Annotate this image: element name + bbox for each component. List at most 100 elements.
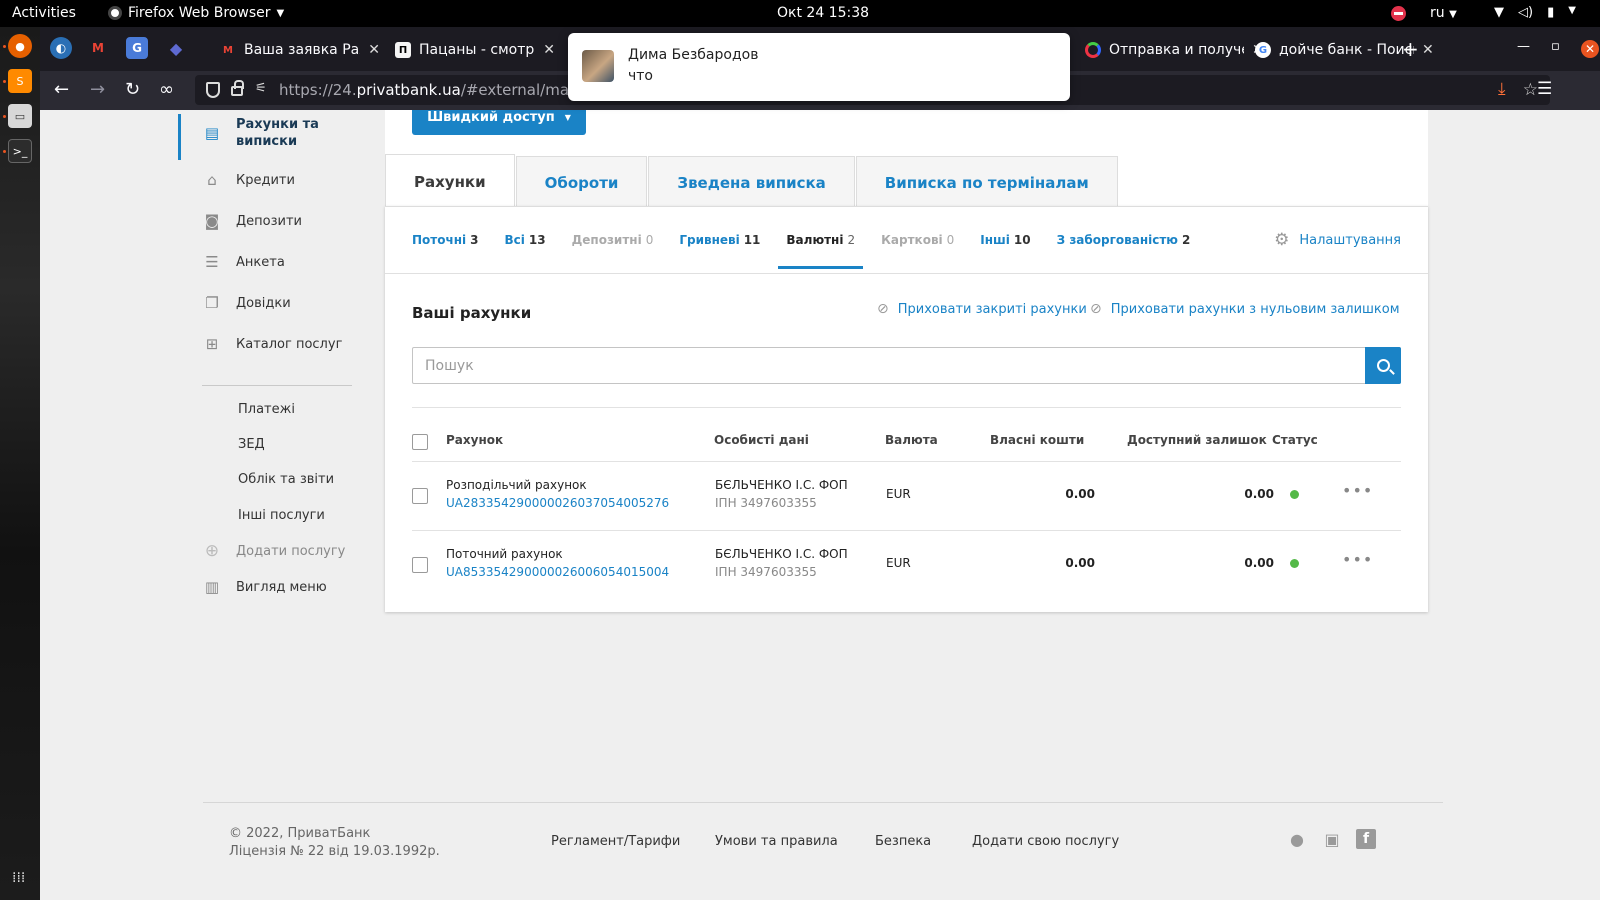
tracking-protection-icon[interactable] xyxy=(206,82,220,98)
tab-summary-statement[interactable]: Зведена виписка xyxy=(648,156,855,208)
filter-current[interactable]: Поточні 3 xyxy=(412,233,479,247)
sidebar-item-credits[interactable]: ⌂ Кредити xyxy=(202,170,295,190)
sidebar-item-form[interactable]: ☰ Анкета xyxy=(202,252,285,272)
more-actions-icon[interactable]: ••• xyxy=(1342,550,1373,569)
lock-icon[interactable] xyxy=(231,80,244,96)
new-tab-button[interactable]: + xyxy=(1402,37,1419,61)
tab-turnovers[interactable]: Обороти xyxy=(515,156,648,208)
facebook-icon[interactable]: f xyxy=(1356,829,1376,849)
search-button[interactable] xyxy=(1365,347,1401,384)
status-active-indicator xyxy=(1290,559,1299,568)
owner-name: БЄЛЬЧЕНКО І.С. ФОП xyxy=(715,547,848,561)
notification-message: что xyxy=(628,68,653,84)
android-icon[interactable]: ▣ xyxy=(1322,829,1342,849)
menu-layout-icon: ▥ xyxy=(204,578,220,596)
tab-video[interactable]: П Пацаны - смотреть ✕ xyxy=(395,35,555,65)
filter-other[interactable]: Інші 10 xyxy=(980,233,1030,247)
system-top-bar: Activities Firefox Web Browser ▼ Окt 24 … xyxy=(0,0,1600,27)
hide-zero-balance-link[interactable]: ⊘ Приховати рахунки з нульовим залишком xyxy=(1090,301,1400,317)
bookmark-star-icon[interactable]: ☆ xyxy=(1523,80,1538,100)
app-menu[interactable]: Firefox Web Browser ▼ xyxy=(108,5,284,21)
reload-icon[interactable]: ↻ xyxy=(125,79,140,100)
filter-hryvnia[interactable]: Гривневі 11 xyxy=(679,233,760,247)
sidebar-item-certificates[interactable]: ❐ Довідки xyxy=(202,293,290,313)
tab-accounts[interactable]: Рахунки xyxy=(385,154,515,208)
close-tab-icon[interactable]: ✕ xyxy=(1422,42,1434,58)
footer-link-add-service[interactable]: Додати свою послугу xyxy=(972,834,1119,849)
row-checkbox[interactable] xyxy=(412,488,428,504)
permissions-icon[interactable]: ⚟ xyxy=(255,81,267,96)
back-arrow-icon[interactable]: ← xyxy=(54,79,69,100)
download-icon[interactable]: ⤓ xyxy=(1498,79,1506,99)
firefox-dock-icon[interactable]: ● xyxy=(8,34,32,58)
row-checkbox[interactable] xyxy=(412,557,428,573)
footer-link-terms[interactable]: Умови та правила xyxy=(715,834,838,849)
account-iban-link[interactable]: UA853354290000026006054015004 xyxy=(446,565,669,579)
do-not-disturb-icon[interactable] xyxy=(1391,6,1406,21)
private-mode-icon[interactable]: ∞ xyxy=(159,79,174,100)
system-tray[interactable]: ▼ ◁) ▮ ▼ xyxy=(1494,5,1576,20)
sidebar-item-reports[interactable]: Облік та звіти xyxy=(238,472,334,487)
sidebar-item-other-services[interactable]: Інші послуги xyxy=(238,508,325,523)
footer-link-tariffs[interactable]: Регламент/Тарифи xyxy=(551,834,680,849)
filter-currency[interactable]: Валютні 2 xyxy=(778,233,863,269)
tab-terminal-statement[interactable]: Виписка по терміналам xyxy=(855,156,1118,208)
sidebar-item-accounts[interactable]: ▤ Рахунки та виписки xyxy=(202,116,346,150)
caret-down-icon: ▼ xyxy=(564,113,571,122)
search-input[interactable] xyxy=(413,348,1345,383)
available-balance: 0.00 xyxy=(1244,487,1274,501)
close-window-icon[interactable]: ✕ xyxy=(1581,40,1599,58)
running-indicator xyxy=(3,80,6,83)
close-tab-icon[interactable]: ✕ xyxy=(368,42,380,58)
table-row[interactable]: Розподільчий рахунок UA28335429000002603… xyxy=(412,461,1401,531)
keyboard-layout-label: ru xyxy=(1430,5,1445,21)
tab-gmail[interactable]: M Ваша заявка Рахунки ✕ xyxy=(220,35,380,65)
pinned-tab-gmail-icon[interactable]: M xyxy=(87,37,109,59)
sidebar-item-zed[interactable]: ЗЕД xyxy=(238,437,265,452)
select-all-checkbox[interactable] xyxy=(412,434,428,450)
catalog-icon: ⊞ xyxy=(205,335,219,353)
filter-all[interactable]: Всі 13 xyxy=(505,233,546,247)
window-dock-icon[interactable]: ▭ xyxy=(8,104,32,128)
sublime-text-dock-icon[interactable]: S xyxy=(8,69,32,93)
account-iban-link[interactable]: UA283354290000026037054005276 xyxy=(446,496,669,510)
footer-link-security[interactable]: Безпека xyxy=(875,834,931,849)
table-row[interactable]: Поточний рахунок UA853354290000026006054… xyxy=(412,530,1401,600)
col-own-funds: Власні кошти xyxy=(990,433,1085,447)
maximize-icon[interactable]: ▫ xyxy=(1551,39,1560,54)
apple-icon[interactable]: ● xyxy=(1287,829,1307,849)
sidebar-item-catalog[interactable]: ⊞ Каталог послуг xyxy=(202,334,343,354)
keyboard-layout-indicator[interactable]: ru ▼ xyxy=(1430,5,1457,21)
pinned-tab-translate-icon[interactable]: G xyxy=(126,37,148,59)
activities-button[interactable]: Activities xyxy=(12,5,76,21)
add-service-button[interactable]: ⊕ Додати послугу xyxy=(202,541,345,561)
hamburger-menu-icon[interactable]: ☰ xyxy=(1537,79,1552,99)
tab-mail-send[interactable]: Отправка и получение ✕ xyxy=(1085,35,1265,65)
filter-debt[interactable]: З заборгованістю 2 xyxy=(1057,233,1191,247)
section-title: Ваші рахунки xyxy=(412,304,532,322)
more-actions-icon[interactable]: ••• xyxy=(1342,481,1373,500)
gmail-icon: M xyxy=(223,44,233,56)
sidebar-item-deposits[interactable]: ◙ Депозити xyxy=(202,211,302,231)
minimize-icon[interactable]: — xyxy=(1517,39,1530,54)
accounts-card: Швидкий доступ ▼ Рахунки Обороти Зведена… xyxy=(385,110,1428,612)
menu-view-button[interactable]: ▥ Вигляд меню xyxy=(202,577,327,597)
firefox-icon xyxy=(108,6,122,20)
forward-arrow-icon[interactable]: → xyxy=(90,79,105,100)
settings-link[interactable]: ⚙ Налаштування xyxy=(1274,230,1401,250)
pinned-tab-bookmark-icon[interactable]: ◆ xyxy=(165,37,187,59)
terminal-dock-icon[interactable]: >_ xyxy=(8,139,32,163)
url-text[interactable]: https://24.privatbank.ua/#external/main xyxy=(279,81,583,99)
quick-access-button[interactable]: Швидкий доступ ▼ xyxy=(412,110,586,135)
sidebar-item-payments[interactable]: Платежі xyxy=(238,402,295,417)
pinned-tab-audio-icon[interactable]: ◐ xyxy=(50,37,72,59)
hide-closed-label: Приховати закриті рахунки xyxy=(897,301,1087,317)
hide-closed-accounts-link[interactable]: ⊘ Приховати закриті рахунки xyxy=(877,301,1087,317)
show-applications-icon[interactable]: ⁞⁞⁞ xyxy=(12,870,25,886)
close-tab-icon[interactable]: ✕ xyxy=(543,42,555,58)
copyright-text: © 2022, ПриватБанк xyxy=(229,826,371,841)
tab-title: дойче банк - Поиск xyxy=(1279,42,1414,58)
clock[interactable]: Окt 24 15:38 xyxy=(777,5,869,21)
main-tabs: Рахунки Обороти Зведена виписка Виписка … xyxy=(385,154,1119,208)
chat-notification[interactable]: Дима Безбародов что xyxy=(568,33,1070,101)
